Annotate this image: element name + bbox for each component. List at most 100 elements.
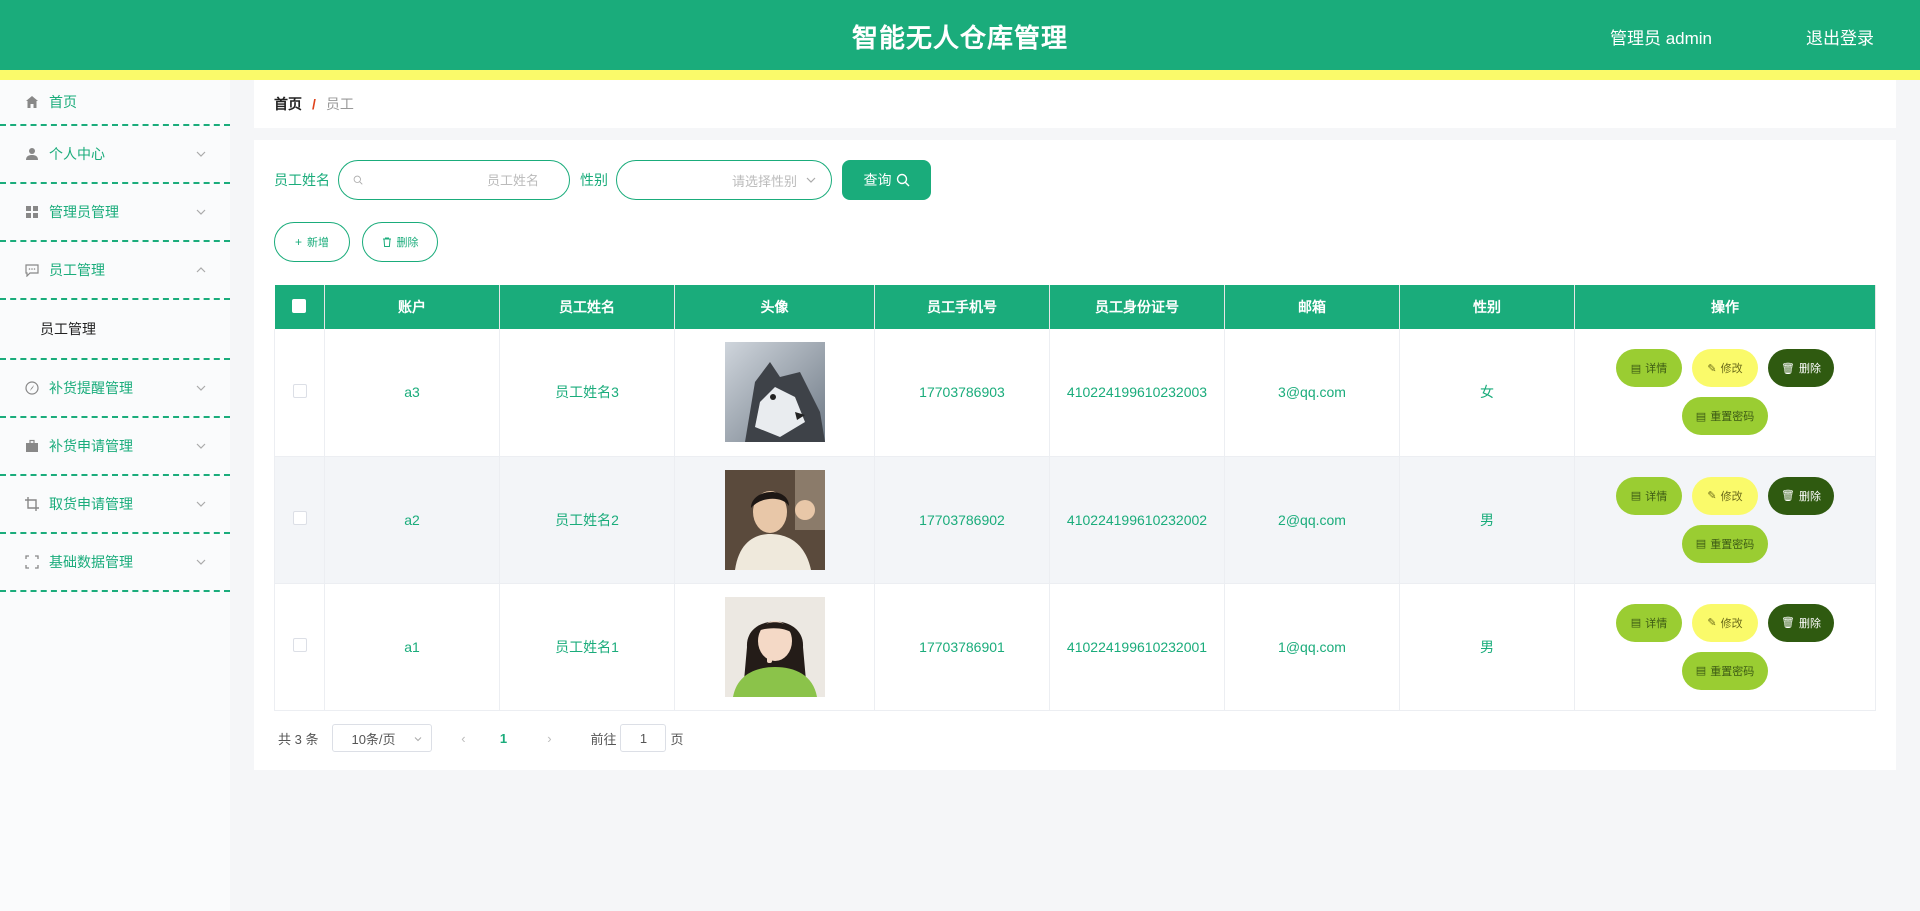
document-icon: ▤ bbox=[1630, 490, 1642, 502]
submenu-item-employee-management[interactable]: 员工管理 bbox=[0, 300, 230, 360]
table-row: a2 员工姓名2 17703786902 410224199610232002 … bbox=[274, 456, 1876, 584]
breadcrumb-separator: / bbox=[312, 96, 316, 112]
edit-button[interactable]: ✎ 修改 bbox=[1692, 603, 1758, 642]
delete-button[interactable]: 🗑 删除 bbox=[1768, 476, 1834, 515]
document-icon: ▤ bbox=[1695, 665, 1707, 677]
avatar[interactable] bbox=[724, 469, 825, 570]
avatar[interactable] bbox=[724, 596, 825, 697]
table-row: a3 员工姓名3 17703786903 410224199610232003 … bbox=[274, 329, 1876, 457]
next-page-button[interactable]: › bbox=[534, 731, 564, 746]
row-select-cell bbox=[274, 583, 325, 711]
sidebar-item-personal-center[interactable]: 个人中心 bbox=[0, 126, 230, 184]
add-button[interactable]: + 新增 bbox=[274, 222, 350, 262]
sidebar-item-home[interactable]: 首页 bbox=[0, 80, 230, 126]
goto-page-input[interactable] bbox=[620, 724, 667, 752]
sidebar-item-label: 员工管理 bbox=[49, 262, 105, 278]
compass-icon bbox=[24, 380, 40, 396]
row-select-cell bbox=[274, 329, 325, 457]
id-number-cell: 410224199610232001 bbox=[1049, 583, 1225, 711]
delete-button[interactable]: 🗑 删除 bbox=[1768, 349, 1834, 388]
reset-password-button[interactable]: ▤ 重置密码 bbox=[1682, 524, 1768, 563]
page-number[interactable]: 1 bbox=[488, 731, 518, 746]
document-icon: ▤ bbox=[1695, 410, 1707, 423]
detail-button-label: 详情 bbox=[1645, 617, 1668, 630]
query-button[interactable]: 查询 bbox=[842, 160, 931, 200]
actions-cell: ▤ 详情 ✎ 修改 🗑 删除 ▤ 重置密码 bbox=[1574, 329, 1876, 457]
row-checkbox[interactable] bbox=[292, 511, 307, 525]
logout-button[interactable]: 退出登录 bbox=[1806, 24, 1874, 49]
gender-cell: 女 bbox=[1399, 329, 1575, 457]
row-select-cell bbox=[274, 456, 325, 584]
table-row: a1 员工姓名1 17703786901 410224199610232001 … bbox=[274, 583, 1876, 711]
chevron-down-icon bbox=[196, 443, 206, 449]
sidebar-item-restock-request[interactable]: 补货申请管理 bbox=[0, 418, 230, 476]
user-icon bbox=[24, 146, 40, 162]
page-size-value: 10条/页 bbox=[351, 731, 396, 747]
column-header: 性别 bbox=[1399, 285, 1575, 329]
gender-select-label: 性别 bbox=[580, 172, 608, 188]
search-bar: 员工姓名 性别 请选择性别 查询 bbox=[274, 160, 931, 200]
account-cell: a3 bbox=[324, 329, 500, 457]
reset-password-button-label: 重置密码 bbox=[1710, 665, 1755, 678]
sidebar-item-restock-reminder[interactable]: 补货提醒管理 bbox=[0, 360, 230, 418]
sidebar-item-employee-management[interactable]: 员工管理 bbox=[0, 242, 230, 300]
row-checkbox[interactable] bbox=[292, 638, 307, 652]
detail-button[interactable]: ▤ 详情 bbox=[1616, 476, 1682, 515]
sidebar-item-pickup-request[interactable]: 取货申请管理 bbox=[0, 476, 230, 534]
gender-select-placeholder: 请选择性别 bbox=[731, 173, 797, 189]
reset-password-button-label: 重置密码 bbox=[1710, 411, 1755, 424]
column-header: 头像 bbox=[674, 285, 875, 329]
column-header: 邮箱 bbox=[1224, 285, 1400, 329]
phone-cell: 17703786901 bbox=[874, 583, 1050, 711]
row-checkbox[interactable] bbox=[292, 383, 307, 398]
top-header: 智能无人仓库管理 管理员 admin 退出登录 bbox=[0, 0, 1920, 70]
sidebar-item-basic-data[interactable]: 基础数据管理 bbox=[0, 534, 230, 592]
name-search-field[interactable] bbox=[338, 160, 570, 200]
column-header: 操作 bbox=[1574, 285, 1876, 329]
gender-select[interactable]: 请选择性别 bbox=[616, 160, 832, 200]
select-all-cell bbox=[274, 285, 325, 329]
email-cell: 1@qq.com bbox=[1224, 583, 1400, 711]
sidebar-item-admin-management[interactable]: 管理员管理 bbox=[0, 184, 230, 242]
select-all-checkbox[interactable] bbox=[292, 298, 307, 313]
reset-password-button[interactable]: ▤ 重置密码 bbox=[1682, 651, 1768, 690]
home-icon bbox=[24, 94, 40, 110]
document-icon: ▤ bbox=[1695, 538, 1707, 550]
sidebar: 首页 个人中心 管理员管理 员工管理 员工管理 补货提醒管理 补货申请管理 取货… bbox=[0, 80, 230, 911]
batch-delete-button-label: 删除 bbox=[396, 237, 419, 249]
page-size-select[interactable]: 10条/页 bbox=[332, 724, 433, 752]
batch-delete-button[interactable]: 删除 bbox=[362, 222, 438, 262]
crop-icon bbox=[24, 496, 40, 512]
edit-button[interactable]: ✎ 修改 bbox=[1692, 476, 1758, 515]
pencil-icon: ✎ bbox=[1707, 617, 1717, 629]
pencil-icon: ✎ bbox=[1707, 362, 1717, 375]
trash-icon: 🗑 bbox=[1781, 617, 1795, 629]
reset-password-button-label: 重置密码 bbox=[1710, 538, 1755, 551]
actions-cell: ▤ 详情 ✎ 修改 🗑 删除 ▤ 重置密码 bbox=[1574, 583, 1876, 711]
avatar[interactable] bbox=[724, 342, 825, 443]
breadcrumb: 首页 / 员工 bbox=[254, 80, 1896, 128]
delete-button[interactable]: 🗑 删除 bbox=[1768, 603, 1834, 642]
plus-icon: + bbox=[294, 235, 302, 249]
detail-button[interactable]: ▤ 详情 bbox=[1616, 349, 1682, 388]
avatar-cell bbox=[674, 329, 875, 457]
edit-button-label: 修改 bbox=[1720, 363, 1743, 376]
avatar-cell bbox=[674, 583, 875, 711]
action-bar: + 新增 删除 bbox=[274, 222, 450, 262]
pagination: 共 3 条 10条/页 ‹ 1 › 前往 页 bbox=[278, 724, 684, 752]
name-search-label: 员工姓名 bbox=[274, 172, 330, 188]
reset-password-button[interactable]: ▤ 重置密码 bbox=[1682, 397, 1768, 436]
delete-button-label: 删除 bbox=[1798, 363, 1821, 376]
detail-button[interactable]: ▤ 详情 bbox=[1616, 603, 1682, 642]
chevron-down-icon bbox=[196, 385, 206, 391]
prev-page-button[interactable]: ‹ bbox=[448, 731, 478, 746]
avatar-cell bbox=[674, 456, 875, 584]
chevron-down-icon bbox=[415, 737, 422, 742]
search-icon bbox=[353, 175, 363, 185]
breadcrumb-home[interactable]: 首页 bbox=[274, 94, 302, 114]
sidebar-item-label: 补货提醒管理 bbox=[49, 380, 133, 396]
sidebar-item-label: 取货申请管理 bbox=[49, 496, 133, 512]
name-search-input[interactable] bbox=[363, 172, 555, 188]
edit-button[interactable]: ✎ 修改 bbox=[1692, 349, 1758, 388]
table-header-row: 账户 员工姓名 头像 员工手机号 员工身份证号 邮箱 性别 操作 bbox=[274, 285, 1876, 329]
